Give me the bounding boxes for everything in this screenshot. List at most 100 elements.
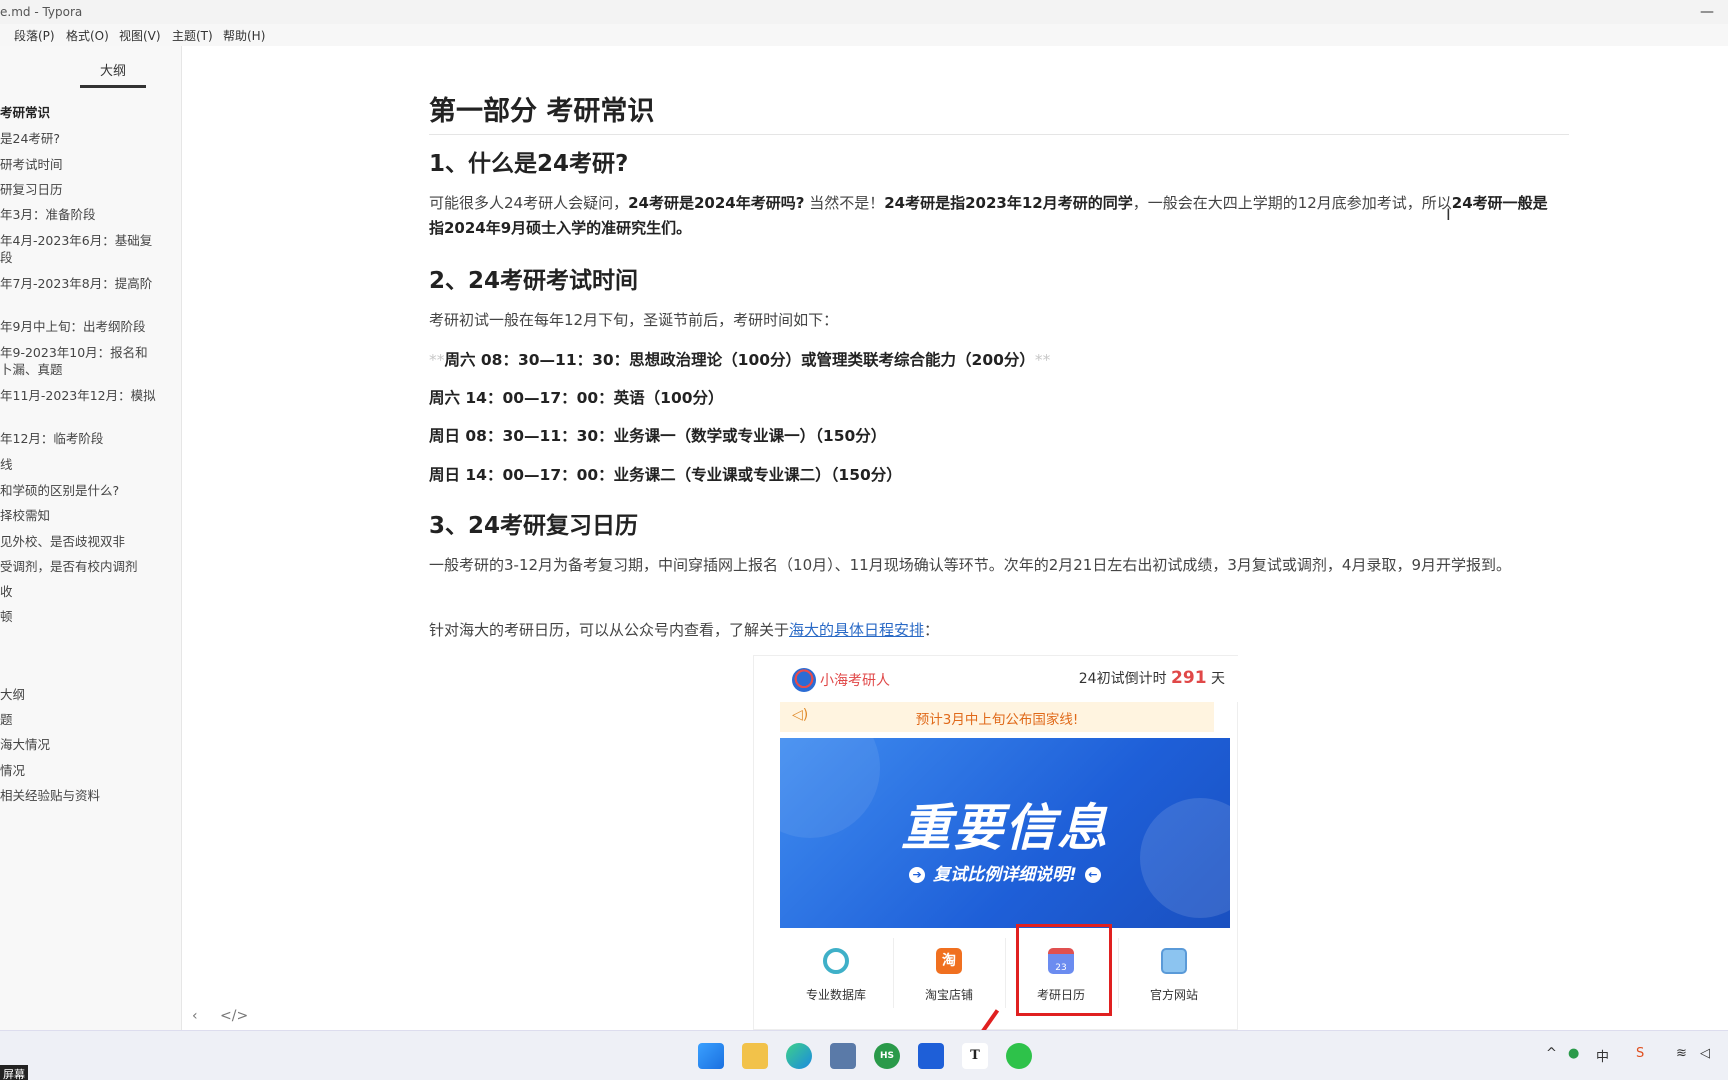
chevron-up-icon[interactable]: ^ xyxy=(1546,1046,1557,1061)
text-span: ： xyxy=(924,621,940,639)
outline-item[interactable]: 研考试时间 xyxy=(0,156,170,173)
outline-item[interactable]: 年7月-2023年8月：提高阶 xyxy=(0,275,170,292)
markdown-marker: ** xyxy=(429,351,445,369)
section-heading: 3、24考研复习日历 xyxy=(429,513,639,539)
schedule-line: 周六 14：00—17：00：英语（100分） xyxy=(429,389,724,407)
banner-subtitle: ➔ 复试比例详细说明! ← xyxy=(780,860,1230,885)
title-bar: e.md - Typora — xyxy=(0,0,1728,24)
text-cursor-icon: I xyxy=(1446,205,1451,224)
outline-item[interactable]: 年11月-2023年12月：模拟 xyxy=(0,387,170,404)
outline-item[interactable]: 海大情况 xyxy=(0,736,170,753)
menu-theme[interactable]: 主题(T) xyxy=(172,27,213,44)
remote-desktop-icon[interactable] xyxy=(830,1043,856,1069)
app-header: 小海考研人 24初试倒计时 291 天 xyxy=(754,656,1239,702)
menu-paragraph[interactable]: 段落(P) xyxy=(14,27,55,44)
outline-item[interactable]: 研复习日历 xyxy=(0,181,170,198)
outline-item[interactable]: 受调剂，是否有校内调剂 xyxy=(0,558,170,575)
schedule-line: 周日 14：00—17：00：业务课二（专业课或专业课二）（150分） xyxy=(429,466,902,484)
typora-icon[interactable]: T xyxy=(962,1043,988,1069)
outline-sidebar: 大纲 考研常识 是24考研? 研考试时间 研复习日历 年3月：准备阶段 年4月-… xyxy=(0,46,182,1030)
outline-item[interactable]: 年9-2023年10月：报名和 卜漏、真题 xyxy=(0,344,170,378)
outline-item[interactable]: 年12月：临考阶段 xyxy=(0,430,170,447)
outline-item[interactable]: 顿 xyxy=(0,608,170,625)
countdown-number: 291 xyxy=(1171,668,1207,688)
tray-sogou-icon[interactable]: S xyxy=(1636,1046,1644,1061)
taskbar: 屏幕 HS T ^ ● 中 S ≋ ◁ xyxy=(0,1030,1728,1080)
monitor-icon xyxy=(1161,948,1187,974)
ime-indicator[interactable]: 中 xyxy=(1596,1046,1609,1065)
wechat-icon[interactable] xyxy=(1006,1043,1032,1069)
app-logo-icon xyxy=(792,668,816,692)
file-explorer-icon[interactable] xyxy=(742,1043,768,1069)
shortcut-label: 官方网站 xyxy=(1149,988,1198,1002)
outline-item[interactable]: 题 xyxy=(0,711,170,728)
outline-item[interactable]: 是24考研? xyxy=(0,130,170,147)
outline-item[interactable]: 见外校、是否歧视双非 xyxy=(0,533,170,550)
window-title: e.md - Typora xyxy=(0,5,83,19)
shortcut-website: 官方网站 xyxy=(1118,928,1230,1028)
notice-text: 预计3月中上旬公布国家线! xyxy=(915,712,1079,728)
minimize-icon[interactable]: — xyxy=(1700,4,1714,20)
highlight-box xyxy=(1016,924,1112,1016)
schedule-line: 周日 08：30—11：30：业务课一（数学或专业课一）（150分） xyxy=(429,427,887,445)
paragraph-link: 针对海大的考研日历，可以从公众号内查看，了解关于海大的具体日程安排： xyxy=(429,618,1559,643)
arrow-left-icon: ← xyxy=(1084,867,1101,883)
outline-item[interactable]: 和学硕的区别是什么? xyxy=(0,482,170,499)
menu-format[interactable]: 格式(O) xyxy=(66,27,109,44)
page-title: 第一部分 考研常识 xyxy=(429,89,1569,135)
app-name: 小海考研人 xyxy=(820,673,890,689)
countdown-label: 24初试倒计时 xyxy=(1078,671,1167,687)
section-heading: 1、什么是24考研? xyxy=(429,151,629,177)
wifi-icon[interactable]: ≋ xyxy=(1676,1046,1687,1061)
windows-start-icon[interactable] xyxy=(698,1043,724,1069)
collapse-sidebar-icon[interactable]: ‹ xyxy=(192,1008,198,1024)
outline-item[interactable]: 线 xyxy=(0,456,170,473)
text-span: 针对海大的考研日历，可以从公众号内查看，了解关于 xyxy=(429,621,790,639)
shortcut-database: 专业数据库 xyxy=(780,928,892,1028)
paragraph-exam-time: 考研初试一般在每年12月下旬，圣诞节前后，考研时间如下： xyxy=(429,311,839,329)
edge-browser-icon[interactable] xyxy=(786,1043,812,1069)
menu-view[interactable]: 视图(V) xyxy=(119,27,161,44)
corner-label: 屏幕 xyxy=(0,1065,28,1080)
hs-app-icon[interactable]: HS xyxy=(874,1043,900,1069)
schedule-link[interactable]: 海大的具体日程安排 xyxy=(789,621,924,639)
text-span: ，一般会在大四上学期的12月底参加考试，所以 xyxy=(1132,194,1452,212)
menu-bar: · 段落(P) 格式(O) 视图(V) 主题(T) 帮助(H) xyxy=(0,24,1728,46)
outline-item[interactable]: 择校需知 xyxy=(0,507,170,524)
schedule-text: 周六 08：30—11：30：思想政治理论（100分）或管理类联考综合能力（20… xyxy=(444,351,1035,369)
outline-item[interactable]: 考研常识 xyxy=(0,104,170,121)
countdown-unit: 天 xyxy=(1211,671,1225,687)
taobao-icon: 淘 xyxy=(936,948,962,974)
outline-item[interactable]: 情况 xyxy=(0,762,170,779)
tray-app-icon[interactable]: ● xyxy=(1568,1046,1579,1061)
banner-title: 重要信息 xyxy=(901,799,1109,857)
bold-span: 24考研是2024年考研吗? xyxy=(628,194,805,212)
section-heading: 2、24考研考试时间 xyxy=(429,268,639,294)
paragraph-intro: 可能很多人24考研人会疑问，24考研是2024年考研吗? 当然不是！24考研是指… xyxy=(429,191,1559,241)
tab-outline[interactable]: 大纲 xyxy=(80,60,146,88)
notice-bar: ◁) 预计3月中上旬公布国家线! xyxy=(780,702,1214,732)
outline-item[interactable]: 年4月-2023年6月：基础复 段 xyxy=(0,232,170,266)
volume-icon[interactable]: ◁ xyxy=(1700,1046,1710,1061)
outline-item[interactable]: 年9月中上旬：出考纲阶段 xyxy=(0,318,170,335)
shortcut-taobao: 淘 淘宝店铺 xyxy=(893,928,1005,1028)
arrow-right-icon: ➔ xyxy=(909,867,926,883)
banner: 重要信息 ➔ 复试比例详细说明! ← xyxy=(780,738,1230,928)
shortcut-label: 淘宝店铺 xyxy=(924,988,973,1002)
markdown-marker: ** xyxy=(1034,351,1051,369)
mail-app-icon[interactable] xyxy=(918,1043,944,1069)
paragraph-calendar: 一般考研的3-12月为备考复习期，中间穿插网上报名（10月）、11月现场确认等环… xyxy=(429,556,1511,574)
source-code-icon[interactable]: </> xyxy=(220,1008,248,1024)
bold-span: 24考研是指2023年12月考研的同学 xyxy=(884,194,1133,212)
database-icon xyxy=(823,948,849,974)
menu-help[interactable]: 帮助(H) xyxy=(223,27,265,44)
outline-item[interactable]: 年3月：准备阶段 xyxy=(0,206,170,223)
outline-item[interactable]: 相关经验贴与资料 xyxy=(0,787,170,804)
shortcut-label: 专业数据库 xyxy=(805,988,866,1002)
schedule-line: **周六 08：30—11：30：思想政治理论（100分）或管理类联考综合能力（… xyxy=(429,348,1050,370)
outline-item[interactable]: 大纲 xyxy=(0,686,170,703)
outline-item[interactable]: 收 xyxy=(0,583,170,600)
embedded-app-image: 小海考研人 24初试倒计时 291 天 ◁) 预计3月中上旬公布国家线! 重要信… xyxy=(753,655,1239,1033)
text-span: 当然不是！ xyxy=(804,194,885,212)
banner-subtitle-text: 复试比例详细说明! xyxy=(933,865,1077,885)
